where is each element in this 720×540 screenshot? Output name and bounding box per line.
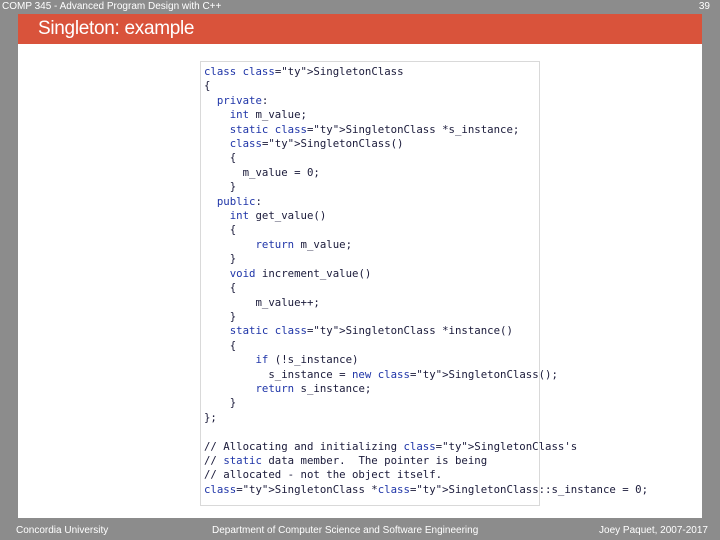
code-block: class class="ty">SingletonClass { privat… xyxy=(200,61,648,506)
footer-university: Concordia University xyxy=(16,525,109,536)
code-line: m_value = 0; xyxy=(204,165,320,179)
code-line: { xyxy=(204,79,211,93)
code-line: int m_value; xyxy=(229,108,307,122)
code-line: static class="ty">SingletonClass *instan… xyxy=(229,324,513,338)
code-line: } xyxy=(204,252,237,266)
code-line: return m_value; xyxy=(255,237,353,251)
code-comment-line: // static data member. The pointer is be… xyxy=(204,453,488,467)
code-line: if (!s_instance) xyxy=(255,353,359,367)
footer-bar: Concordia University Department of Compu… xyxy=(0,522,720,540)
code-listing: class class="ty">SingletonClass { privat… xyxy=(204,65,648,497)
code-line: int get_value() xyxy=(229,209,327,223)
code-line: static class="ty">SingletonClass *s_inst… xyxy=(229,122,520,136)
code-line: }; xyxy=(204,410,217,424)
course-title: COMP 345 - Advanced Program Design with … xyxy=(2,1,222,12)
footer-department: Department of Computer Science and Softw… xyxy=(212,525,479,536)
page-number: 39 xyxy=(698,1,710,12)
code-line: class="ty">SingletonClass *class="ty">Si… xyxy=(204,482,649,496)
code-line: private: xyxy=(216,93,269,107)
code-line: { xyxy=(204,151,237,165)
footer-author: Joey Paquet, 2007-2017 xyxy=(599,525,708,536)
code-line: class="ty">SingletonClass() xyxy=(229,137,404,151)
code-comment-line: // allocated - not the object itself. xyxy=(204,468,443,482)
header-bar: COMP 345 - Advanced Program Design with … xyxy=(0,0,720,14)
code-line: public: xyxy=(216,194,262,208)
code-line: void increment_value() xyxy=(229,266,372,280)
slide-content: class class="ty">SingletonClass { privat… xyxy=(18,44,702,518)
code-line: } xyxy=(204,309,237,323)
slide-title: Singleton: example xyxy=(38,18,195,39)
title-bar: Singleton: example xyxy=(18,14,702,44)
code-line: } xyxy=(204,180,237,194)
code-line: m_value++; xyxy=(204,295,320,309)
code-line: class class="ty">SingletonClass xyxy=(204,65,404,78)
code-line: } xyxy=(204,396,237,410)
code-comment-line: // Allocating and initializing class="ty… xyxy=(204,439,578,453)
code-line: { xyxy=(204,223,237,237)
code-line: s_instance = new class="ty">SingletonCla… xyxy=(204,367,558,381)
code-line: { xyxy=(204,281,237,295)
code-line: { xyxy=(204,338,237,352)
code-line: return s_instance; xyxy=(255,381,372,395)
